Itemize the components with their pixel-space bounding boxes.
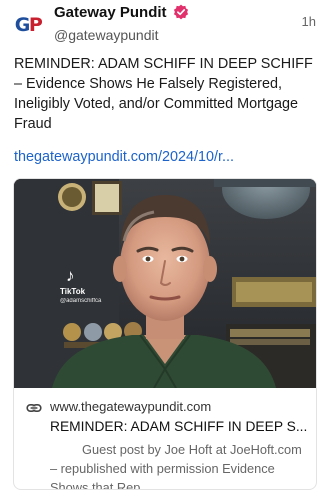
link-icon xyxy=(26,400,42,416)
avatar-logo: GP xyxy=(14,13,43,36)
tiktok-handle: @adamschiffca xyxy=(60,298,102,304)
card-description: Guest post by Joe Hoft at JoeHoft.com – … xyxy=(50,440,306,490)
post-text: REMINDER: ADAM SCHIFF IN DEEP SCHIFF – E… xyxy=(14,56,313,132)
verified-badge-icon xyxy=(173,4,189,20)
tiktok-brand: TikTok xyxy=(60,287,86,296)
card-title[interactable]: REMINDER: ADAM SCHIFF IN DEEP S... xyxy=(50,419,308,434)
timestamp: 1h xyxy=(301,14,316,29)
tiktok-watermark: ♪ TikTok @adamschiffca xyxy=(60,267,101,305)
post-link[interactable]: thegatewaypundit.com/2024/10/r... xyxy=(14,149,234,165)
link-thumbnail[interactable]: ♪ TikTok @adamschiffca xyxy=(14,179,316,388)
tiktok-icon: ♪ xyxy=(66,266,75,285)
display-name[interactable]: Gateway Pundit xyxy=(54,4,167,21)
link-preview-card[interactable]: ♪ TikTok @adamschiffca www.thegatewaypun… xyxy=(13,178,317,490)
handle[interactable]: @gatewaypundit xyxy=(54,27,189,43)
card-description-text: Guest post by Joe Hoft at JoeHoft.com – … xyxy=(50,442,302,490)
card-domain: www.thegatewaypundit.com xyxy=(50,399,212,414)
post-header: Gateway Pundit @gatewaypundit xyxy=(54,3,189,43)
avatar[interactable]: GP xyxy=(13,10,43,40)
